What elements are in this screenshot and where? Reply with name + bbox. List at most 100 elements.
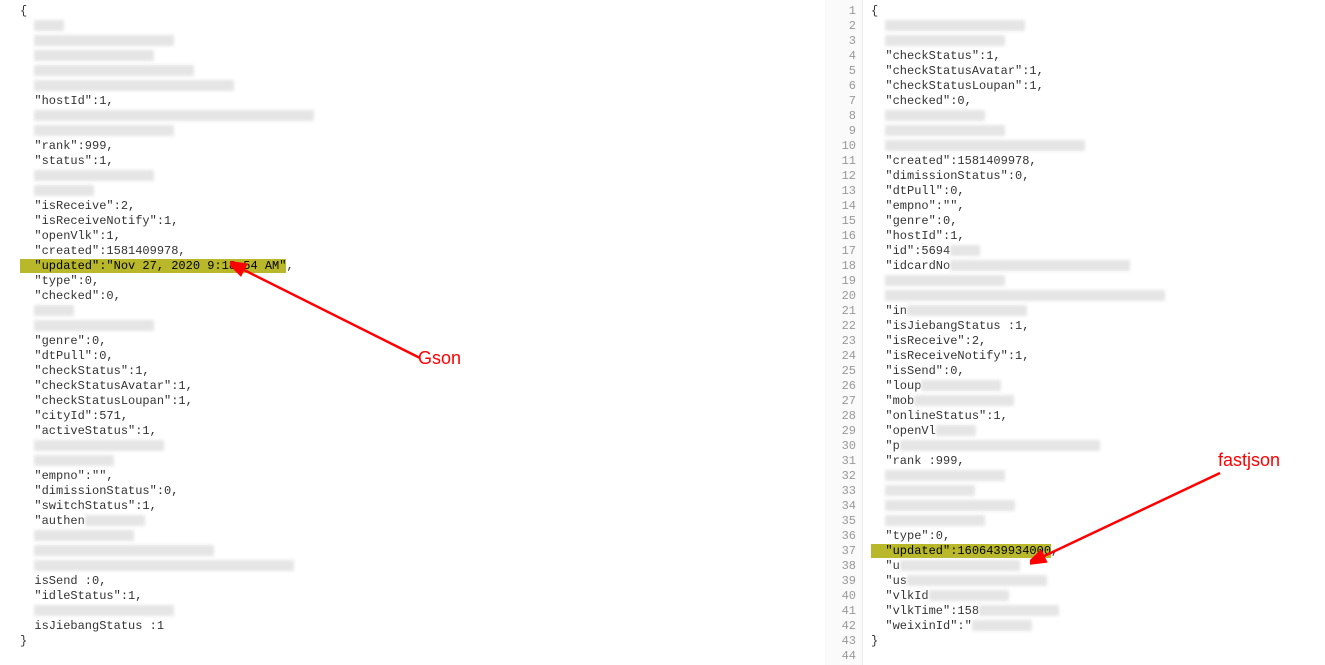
redacted-text xyxy=(885,35,1005,46)
right-json-pane[interactable]: 1234567891011121314151617181920212223242… xyxy=(825,0,1325,665)
code-line xyxy=(871,514,1323,529)
code-line xyxy=(871,289,1323,304)
redacted-text xyxy=(885,500,1015,511)
line-number: 33 xyxy=(827,484,856,499)
code-line: { xyxy=(871,4,1323,19)
line-number: 7 xyxy=(827,94,856,109)
redacted-text xyxy=(34,50,154,61)
line-number: 2 xyxy=(827,19,856,34)
code-line: "genre":0, xyxy=(871,214,1323,229)
code-line: "updated":1606439934000, xyxy=(871,544,1323,559)
code-line xyxy=(20,169,818,184)
redacted-text xyxy=(34,20,64,31)
redacted-text xyxy=(907,575,1047,586)
code-line: "vlkId xyxy=(871,589,1323,604)
code-line xyxy=(871,649,1323,664)
line-number: 4 xyxy=(827,49,856,64)
highlighted-text: "updated":1606439934000 xyxy=(871,544,1051,558)
code-line: "vlkTime":158 xyxy=(871,604,1323,619)
line-number: 9 xyxy=(827,124,856,139)
redacted-text xyxy=(34,35,174,46)
line-number: 35 xyxy=(827,514,856,529)
line-number: 28 xyxy=(827,409,856,424)
code-line xyxy=(20,64,818,79)
code-line: "checked":0, xyxy=(871,94,1323,109)
code-line xyxy=(20,529,818,544)
code-line: "checked":0, xyxy=(20,289,818,304)
code-line xyxy=(871,484,1323,499)
left-code-area[interactable]: { "hostId":1, "rank":999, "status":1, "i… xyxy=(0,0,820,653)
line-number: 1 xyxy=(827,4,856,19)
code-line xyxy=(20,49,818,64)
code-line: "cityId":571, xyxy=(20,409,818,424)
code-line xyxy=(20,304,818,319)
code-line: "rank":999, xyxy=(20,139,818,154)
code-line xyxy=(20,544,818,559)
right-line-gutter: 1234567891011121314151617181920212223242… xyxy=(825,0,863,665)
line-number: 29 xyxy=(827,424,856,439)
line-number: 38 xyxy=(827,559,856,574)
code-line: "loup xyxy=(871,379,1323,394)
redacted-text xyxy=(885,140,1085,151)
redacted-text xyxy=(34,170,154,181)
code-line xyxy=(871,274,1323,289)
line-number: 13 xyxy=(827,184,856,199)
redacted-text xyxy=(34,455,114,466)
code-line: "openVlk":1, xyxy=(20,229,818,244)
redacted-text xyxy=(885,470,1005,481)
code-line: "p xyxy=(871,439,1323,454)
line-number: 24 xyxy=(827,349,856,364)
code-line xyxy=(20,604,818,619)
code-line xyxy=(20,124,818,139)
redacted-text xyxy=(34,605,174,616)
code-line: "isSend":0, xyxy=(871,364,1323,379)
code-line: "onlineStatus":1, xyxy=(871,409,1323,424)
redacted-text xyxy=(885,125,1005,136)
redacted-text xyxy=(885,275,1005,286)
code-line xyxy=(871,34,1323,49)
code-line: "isJiebangStatus :1, xyxy=(871,319,1323,334)
code-line: isJiebangStatus :1 xyxy=(20,619,818,634)
code-line xyxy=(871,139,1323,154)
line-number: 26 xyxy=(827,379,856,394)
redacted-text xyxy=(34,185,94,196)
code-line: "idleStatus":1, xyxy=(20,589,818,604)
right-code-area[interactable]: { "checkStatus":1, "checkStatusAvatar":1… xyxy=(863,0,1325,665)
code-line: "isReceive":2, xyxy=(871,334,1323,349)
left-json-pane[interactable]: { "hostId":1, "rank":999, "status":1, "i… xyxy=(0,0,820,665)
redacted-text xyxy=(950,260,1130,271)
code-line xyxy=(20,19,818,34)
code-line: "id":5694 xyxy=(871,244,1323,259)
redacted-text xyxy=(885,515,985,526)
redacted-text xyxy=(34,560,294,571)
code-line: "isReceive":2, xyxy=(20,199,818,214)
code-line xyxy=(871,124,1323,139)
line-number: 17 xyxy=(827,244,856,259)
line-number: 14 xyxy=(827,199,856,214)
code-line: "dtPull":0, xyxy=(20,349,818,364)
redacted-text xyxy=(885,110,985,121)
redacted-text xyxy=(34,110,314,121)
line-number: 23 xyxy=(827,334,856,349)
code-line: "isReceiveNotify":1, xyxy=(871,349,1323,364)
line-number: 16 xyxy=(827,229,856,244)
redacted-text xyxy=(34,545,214,556)
code-line: "empno":"", xyxy=(871,199,1323,214)
code-line xyxy=(20,454,818,469)
code-line xyxy=(871,469,1323,484)
redacted-text xyxy=(34,305,74,316)
code-line: "created":1581409978, xyxy=(20,244,818,259)
line-number: 40 xyxy=(827,589,856,604)
line-number: 20 xyxy=(827,289,856,304)
code-line: "idcardNo xyxy=(871,259,1323,274)
redacted-text xyxy=(885,290,1165,301)
line-number: 30 xyxy=(827,439,856,454)
line-number: 27 xyxy=(827,394,856,409)
code-line: "updated":"Nov 27, 2020 9:18:54 AM", xyxy=(20,259,818,274)
redacted-text xyxy=(900,560,1020,571)
code-line: "weixinId":" xyxy=(871,619,1323,634)
code-line: } xyxy=(871,634,1323,649)
line-number: 6 xyxy=(827,79,856,94)
redacted-text xyxy=(921,380,1001,391)
line-number: 5 xyxy=(827,64,856,79)
